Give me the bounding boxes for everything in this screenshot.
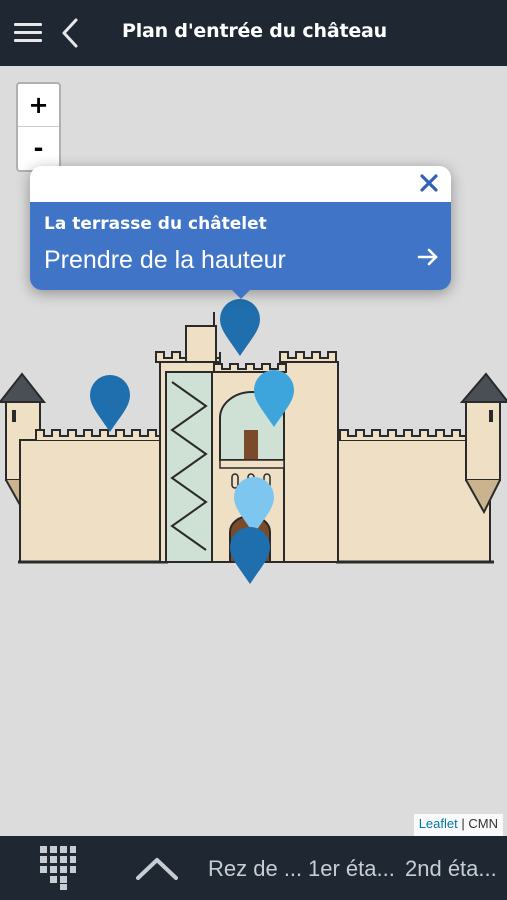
popup-header bbox=[30, 166, 451, 202]
attribution-separator: | bbox=[461, 816, 465, 831]
page-title: Plan d'entrée du château bbox=[122, 20, 387, 42]
popup-subtitle: La terrasse du châtelet bbox=[44, 214, 267, 234]
tab-floor-second[interactable]: 2nd éta... bbox=[405, 856, 497, 882]
marker-gate-entrance[interactable] bbox=[228, 526, 272, 586]
zoom-in-button[interactable]: + bbox=[18, 84, 59, 127]
map-view[interactable]: + - La terrasse du châtelet Prendre de l… bbox=[0, 66, 507, 836]
zoom-control: + - bbox=[16, 82, 61, 172]
marker-gate-upper[interactable] bbox=[252, 369, 296, 429]
bottom-bar: Rez de ... 1er éta... 2nd éta... bbox=[0, 836, 507, 900]
arrow-right-icon[interactable] bbox=[415, 244, 441, 270]
leaflet-link[interactable]: Leaflet bbox=[419, 816, 458, 831]
chevron-up-icon[interactable] bbox=[134, 854, 180, 882]
close-x-icon[interactable] bbox=[415, 168, 443, 198]
zoom-out-button[interactable]: - bbox=[18, 127, 59, 170]
popup-body-link[interactable]: La terrasse du châtelet Prendre de la ha… bbox=[30, 202, 451, 290]
left-curtain-wall bbox=[18, 429, 173, 564]
map-attribution: Leaflet | CMN bbox=[413, 814, 503, 836]
popup-title: Prendre de la hauteur bbox=[44, 246, 286, 274]
attribution-cmn: CMN bbox=[468, 816, 498, 831]
tab-floor-first[interactable]: 1er éta... bbox=[308, 856, 395, 882]
popup-tip bbox=[230, 288, 252, 299]
marker-terrasse-chatelet[interactable] bbox=[218, 298, 262, 358]
top-app-bar: Plan d'entrée du château bbox=[0, 0, 507, 66]
keypad-grid-icon[interactable] bbox=[38, 844, 78, 890]
poi-popup: La terrasse du châtelet Prendre de la ha… bbox=[30, 166, 451, 299]
tab-floor-ground[interactable]: Rez de ... bbox=[208, 856, 302, 882]
marker-left-wall[interactable] bbox=[88, 374, 132, 434]
